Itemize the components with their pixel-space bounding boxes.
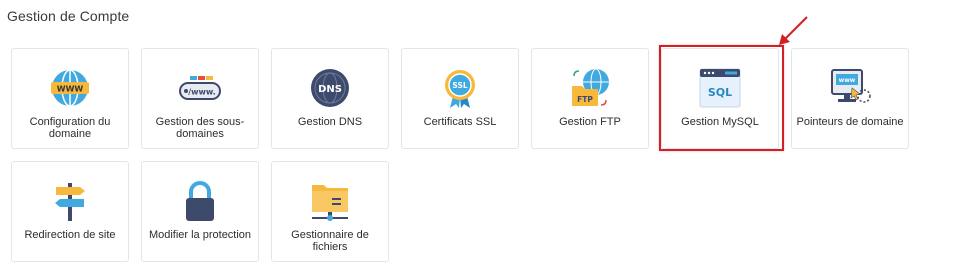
dns-globe-icon: DNS [308,66,352,110]
padlock-icon [178,179,222,223]
tile-label: Gestionnaire de fichiers [291,229,369,253]
ssl-badge-icon: SSL [438,66,482,110]
annotation-arrow-icon [779,16,808,45]
tile-label: Gestion FTP [559,116,621,128]
svg-text:FTP: FTP [577,95,593,104]
svg-text:SSL: SSL [452,81,467,90]
tile-label: Certificats SSL [423,116,497,128]
svg-text:www: www [839,77,856,84]
tile-label: Gestion DNS [297,116,363,128]
tile-pointeurs-de-domaine[interactable]: www Pointeurs de domaine [791,48,909,149]
svg-text:DNS: DNS [318,84,342,95]
tile-modifier-la-protection[interactable]: Modifier la protection [141,161,259,262]
file-manager-folder-icon [308,179,352,223]
ftp-folder-icon: FTP [568,66,612,110]
tile-label: Configuration du domaine [29,116,111,140]
tile-label: Redirection de site [24,229,116,241]
svg-text:WWW: WWW [57,85,84,94]
subdomain-www-icon: /www. [178,66,222,110]
tile-gestion-dns[interactable]: DNS Gestion DNS [271,48,389,149]
tile-gestion-ftp[interactable]: FTP Gestion FTP [531,48,649,149]
tile-gestion-mysql[interactable]: SQL Gestion MySQL [661,48,779,149]
tile-label: Gestion MySQL [681,116,759,128]
tile-gestionnaire-de-fichiers[interactable]: Gestionnaire de fichiers [271,161,389,262]
tile-redirection-de-site[interactable]: Redirection de site [11,161,129,262]
tile-label: Gestion des sous-domaines [155,116,245,140]
domain-pointer-monitor-icon: www [828,66,872,110]
tile-label: Modifier la protection [148,229,252,241]
tile-certificats-ssl[interactable]: SSL Certificats SSL [401,48,519,149]
svg-text:/www.: /www. [188,88,216,97]
tile-label: Pointeurs de domaine [796,116,904,128]
section-title: Gestion de Compte [7,8,130,24]
signpost-icon [48,179,92,223]
tile-configuration-du-domaine[interactable]: WWW Configuration du domaine [11,48,129,149]
sql-window-icon: SQL [698,66,742,110]
svg-text:SQL: SQL [708,86,732,99]
tile-gestion-des-sous-domaines[interactable]: /www. Gestion des sous-domaines [141,48,259,149]
www-globe-icon: WWW [48,66,92,110]
